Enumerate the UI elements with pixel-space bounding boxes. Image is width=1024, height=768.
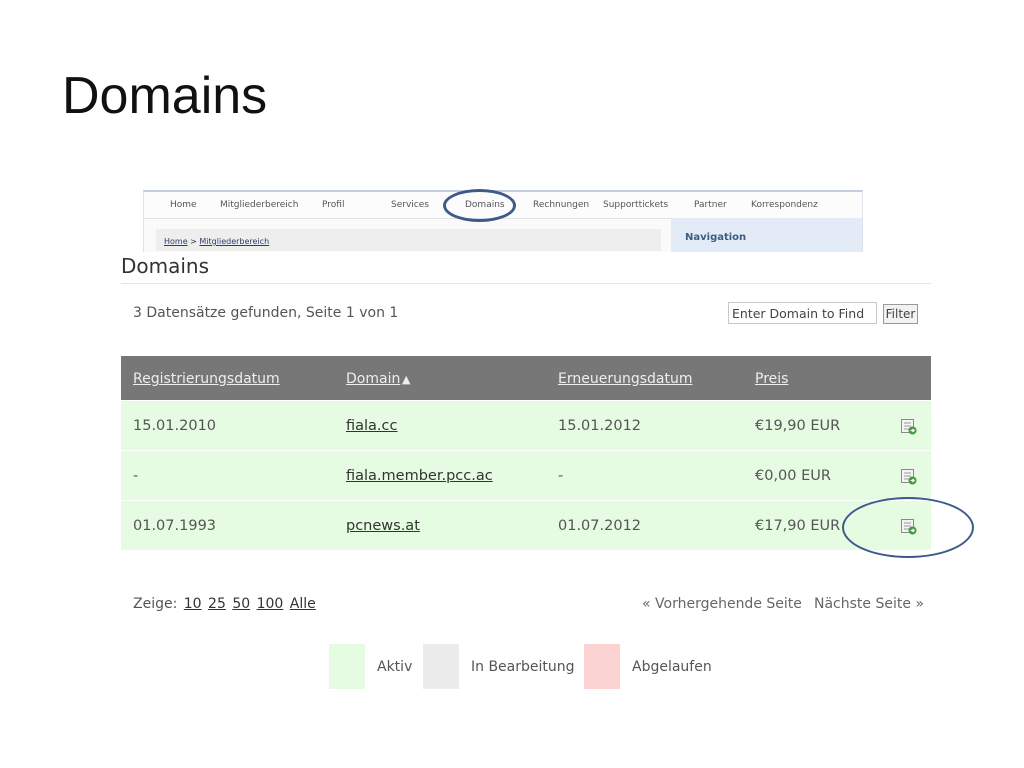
domains-tab-highlight-circle [443,189,516,222]
breadcrumb: Home > Mitgliederbereich [156,229,661,251]
nav-partner[interactable]: Partner [694,200,727,210]
cell-renewal: - [558,468,564,484]
breadcrumb-separator: > [190,237,197,246]
page-size-100[interactable]: 100 [257,596,284,612]
legend-label-in-bearbeitung: In Bearbeitung [471,659,575,675]
records-count: 3 Datensätze gefunden, Seite 1 von 1 [133,305,399,321]
header-domain[interactable]: Domain [346,371,400,387]
table-row: 01.07.1993 pcnews.at 01.07.2012 €17,90 E… [121,501,931,551]
nav-home[interactable]: Home [170,200,197,210]
section-title: Domains [121,254,210,278]
legend-label-aktiv: Aktiv [377,659,413,675]
table-row: 15.01.2010 fiala.cc 15.01.2012 €19,90 EU… [121,401,931,451]
page-size-25[interactable]: 25 [208,596,226,612]
nav-korrespondenz[interactable]: Korrespondenz [751,200,818,210]
page-size-label: Zeige: [133,596,178,612]
breadcrumb-home[interactable]: Home [164,237,188,246]
edit-domain-icon[interactable] [900,418,917,435]
page-size-10[interactable]: 10 [184,596,202,612]
legend-label-abgelaufen: Abgelaufen [632,659,712,675]
header-erneuerungsdatum[interactable]: Erneuerungsdatum [558,371,692,387]
edit-domain-icon[interactable] [900,468,917,485]
legend-swatch-aktiv [329,644,365,689]
table-row: - fiala.member.pcc.ac - €0,00 EUR [121,451,931,501]
nav-services[interactable]: Services [391,200,429,210]
navigation-panel-title: Navigation [685,232,747,243]
cell-registered: 15.01.2010 [133,418,217,434]
page-size-50[interactable]: 50 [232,596,250,612]
filter-button[interactable]: Filter [883,304,918,324]
cell-renewal: 01.07.2012 [558,518,642,534]
section-divider [121,283,931,284]
nav-supporttickets[interactable]: Supporttickets [603,200,668,210]
previous-page-link[interactable]: « Vorhergehende Seite [642,596,802,612]
cell-domain-link[interactable]: fiala.cc [346,418,398,434]
slide-title: Domains [62,67,268,125]
cell-price: €19,90 EUR [755,418,841,434]
nav-mitgliederbereich[interactable]: Mitgliederbereich [220,200,298,210]
legend-swatch-in-bearbeitung [423,644,459,689]
cell-price: €17,90 EUR [755,518,841,534]
next-page-link[interactable]: Nächste Seite » [814,596,924,612]
sort-ascending-icon: ▲ [402,373,411,386]
nav-profil[interactable]: Profil [322,200,344,210]
cell-domain-link[interactable]: fiala.member.pcc.ac [346,468,493,484]
cell-domain-link[interactable]: pcnews.at [346,518,420,534]
breadcrumb-current[interactable]: Mitgliederbereich [199,237,269,246]
page-size-all[interactable]: Alle [290,596,316,612]
cell-registered: 01.07.1993 [133,518,217,534]
cell-renewal: 15.01.2012 [558,418,642,434]
nav-rechnungen[interactable]: Rechnungen [533,200,589,210]
domain-search-input[interactable] [728,302,877,324]
table-header: Registrierungsdatum Domain ▲ Erneuerungs… [121,356,931,400]
navigation-panel: Navigation [671,218,862,252]
cell-registered: - [133,468,139,484]
edit-icon-highlight-circle [842,497,974,558]
header-domain-label[interactable]: Domain [346,371,400,387]
legend-swatch-abgelaufen [584,644,620,689]
header-registrierungsdatum[interactable]: Registrierungsdatum [133,371,280,387]
cell-price: €0,00 EUR [755,468,831,484]
header-preis[interactable]: Preis [755,371,788,387]
page-size-selector: Zeige: 10 25 50 100 Alle [133,596,316,612]
